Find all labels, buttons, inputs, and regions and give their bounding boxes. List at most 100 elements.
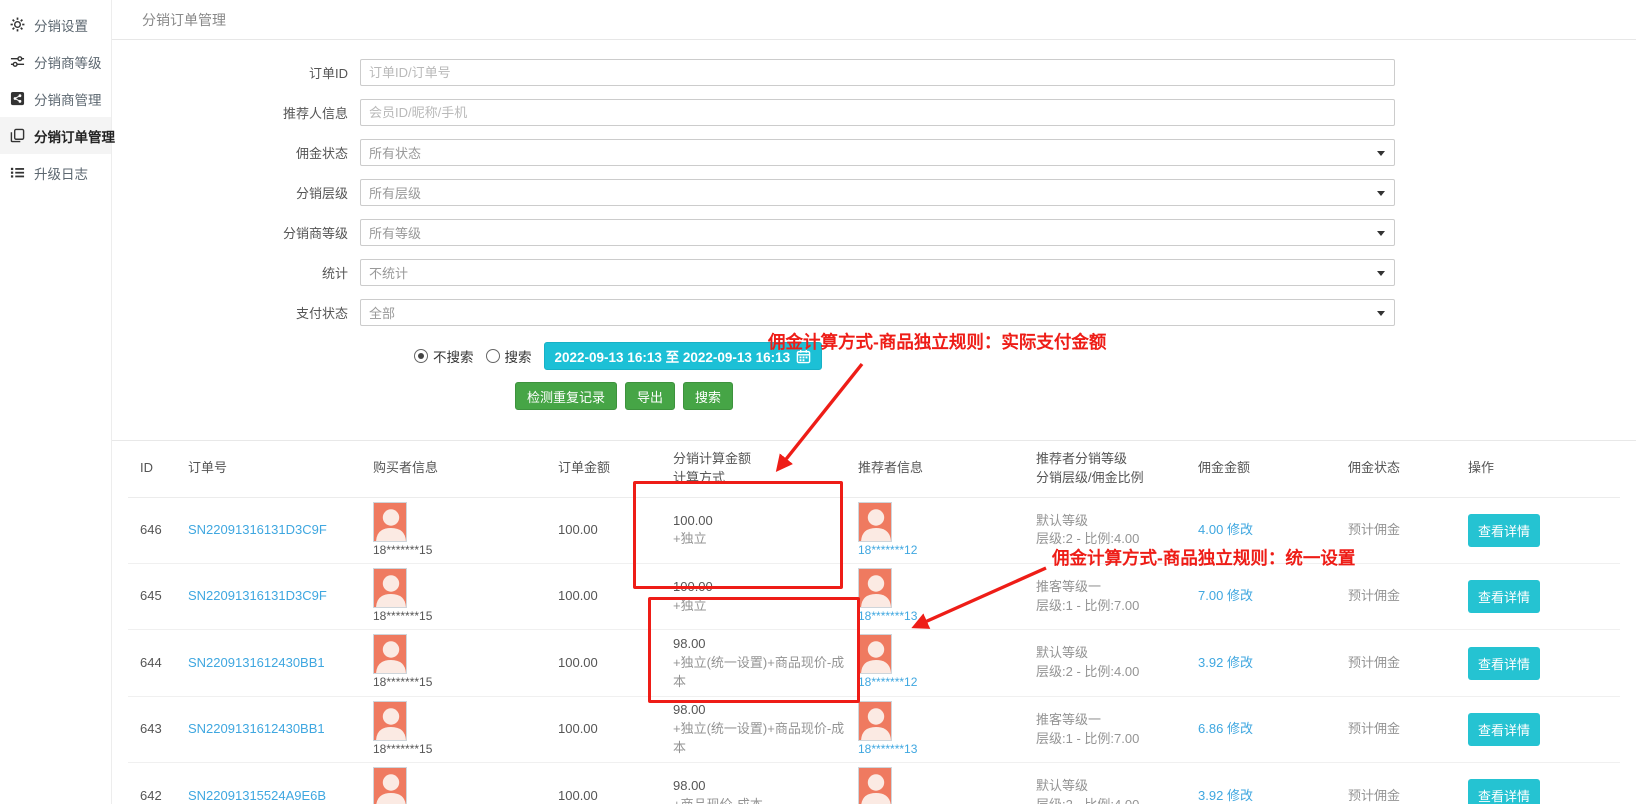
calc-cell: 98.00+独立(统一设置)+商品现价-成本 [673, 696, 858, 762]
calendar-icon [796, 349, 811, 364]
selected-value: 所有层级 [369, 183, 421, 202]
view-detail-button[interactable]: 查看详情 [1468, 779, 1540, 804]
filter-form: 订单ID 推荐人信息 佣金状态 所有状态 分销层级 所有层级 分销商等级 所有等… [112, 40, 1636, 410]
commission-amount: 3.92 [1198, 788, 1223, 803]
order-id-cell: 643 [128, 696, 188, 762]
pay-status-select[interactable]: 全部 [360, 299, 1395, 326]
col-level: 推荐者分销等级分销层级/佣金比例 [1036, 441, 1198, 497]
col-order-no: 订单号 [188, 441, 373, 497]
sidebar-item-label: 升级日志 [34, 163, 88, 183]
commission-cell: 7.00 修改 [1198, 564, 1348, 630]
level-detail: 层级:1 - 比例:7.00 [1036, 597, 1192, 616]
modify-link[interactable]: 修改 [1227, 522, 1253, 537]
referrer-phone-link[interactable]: 18*******12 [858, 542, 917, 559]
level-cell: 默认等级层级:2 - 比例:4.00 [1036, 630, 1198, 696]
sidebar-item-distribution-orders[interactable]: 分销订单管理 [0, 117, 111, 154]
level-name: 默认等级 [1036, 644, 1192, 663]
calc-amount: 98.00 [673, 777, 852, 796]
no-search-radio[interactable]: 不搜索 [414, 346, 474, 366]
sliders-icon [10, 54, 25, 69]
level-detail: 层级:2 - 比例:4.00 [1036, 530, 1192, 549]
calc-method: +独立 [673, 597, 852, 616]
sidebar-item-upgrade-log[interactable]: 升级日志 [0, 154, 111, 191]
referrer-cell: 18*******12 [858, 767, 1030, 804]
export-button[interactable]: 导出 [625, 382, 675, 410]
order-amount-cell: 100.00 [558, 497, 673, 563]
table-row: 642 SN22091315524A9E6B 18*******15 100.0… [128, 763, 1620, 804]
order-id-input[interactable] [360, 59, 1395, 86]
referrer-cell: 18*******12 [858, 634, 1030, 691]
calc-cell: 100.00+独立 [673, 497, 858, 563]
check-duplicates-button[interactable]: 检测重复记录 [515, 382, 617, 410]
modify-link[interactable]: 修改 [1227, 655, 1253, 670]
buyer-avatar [373, 767, 407, 804]
commission-status-label: 佣金状态 [112, 143, 360, 162]
view-detail-button[interactable]: 查看详情 [1468, 514, 1540, 547]
calc-method: +商品现价-成本 [673, 796, 852, 804]
main-content: 分销订单管理 订单ID 推荐人信息 佣金状态 所有状态 分销层级 所有层级 分销… [112, 0, 1636, 804]
distribution-level-label: 分销层级 [112, 183, 360, 202]
orders-table-section: ID 订单号 购买者信息 订单金额 分销计算金额计算方式 推荐者信息 推荐者分销… [112, 440, 1636, 804]
commission-status-select[interactable]: 所有状态 [360, 139, 1395, 166]
radio-unselected-icon [486, 349, 500, 363]
commission-amount: 4.00 [1198, 522, 1223, 537]
calc-amount: 98.00 [673, 635, 852, 654]
distributor-grade-select[interactable]: 所有等级 [360, 219, 1395, 246]
modify-link[interactable]: 修改 [1227, 721, 1253, 736]
order-no-link[interactable]: SN2209131612430BB1 [188, 655, 325, 670]
distribution-order-admin-page: 分销设置 分销商等级 分销商管理 分销订单管理 升级日志 分销订单管理 订单ID [0, 0, 1636, 804]
sidebar-item-distributor-grades[interactable]: 分销商等级 [0, 43, 111, 80]
referrer-info-input[interactable] [360, 99, 1395, 126]
level-name: 推客等级一 [1036, 578, 1192, 597]
sidebar-item-label: 分销订单管理 [34, 126, 115, 146]
order-id-cell: 644 [128, 630, 188, 696]
date-range-button[interactable]: 2022-09-13 16:13 至 2022-09-13 16:13 [544, 342, 823, 370]
referrer-phone-link[interactable]: 18*******13 [858, 741, 917, 758]
table-row: 645 SN22091316131D3C9F 18*******15 100.0… [128, 564, 1620, 630]
col-calc: 分销计算金额计算方式 [673, 441, 858, 497]
buyer-cell: 18*******15 [373, 767, 552, 804]
share-icon [10, 91, 25, 106]
order-no-link[interactable]: SN22091316131D3C9F [188, 588, 327, 603]
distribution-level-select[interactable]: 所有层级 [360, 179, 1395, 206]
page-title: 分销订单管理 [142, 10, 226, 30]
search-radio[interactable]: 搜索 [486, 346, 532, 366]
calc-cell: 98.00+独立(统一设置)+商品现价-成本 [673, 630, 858, 696]
table-row: 646 SN22091316131D3C9F 18*******15 100.0… [128, 497, 1620, 563]
sidebar-item-label: 分销商管理 [34, 89, 102, 109]
commission-status: 预计佣金 [1348, 696, 1468, 762]
calc-amount: 98.00 [673, 701, 852, 720]
order-amount-cell: 100.00 [558, 696, 673, 762]
referrer-info-label: 推荐人信息 [112, 103, 360, 122]
referrer-avatar [858, 767, 892, 804]
date-range-text: 2022-09-13 16:13 至 2022-09-13 16:13 [555, 346, 791, 366]
statistics-select[interactable]: 不统计 [360, 259, 1395, 286]
view-detail-button[interactable]: 查看详情 [1468, 580, 1540, 613]
order-no-link[interactable]: SN22091315524A9E6B [188, 788, 326, 803]
order-id-cell: 646 [128, 497, 188, 563]
calc-amount: 100.00 [673, 512, 852, 531]
modify-link[interactable]: 修改 [1227, 788, 1253, 803]
col-buyer: 购买者信息 [373, 441, 558, 497]
level-cell: 推客等级一层级:1 - 比例:7.00 [1036, 696, 1198, 762]
level-name: 默认等级 [1036, 512, 1192, 531]
tabbar: 分销订单管理 [112, 0, 1636, 40]
selected-value: 全部 [369, 303, 395, 322]
referrer-avatar [858, 568, 892, 608]
level-detail: 层级:2 - 比例:4.00 [1036, 663, 1192, 682]
commission-status: 预计佣金 [1348, 763, 1468, 804]
view-detail-button[interactable]: 查看详情 [1468, 647, 1540, 680]
referrer-phone-link[interactable]: 18*******12 [858, 674, 917, 691]
view-detail-button[interactable]: 查看详情 [1468, 713, 1540, 746]
sidebar-item-distribution-settings[interactable]: 分销设置 [0, 6, 111, 43]
commission-status: 预计佣金 [1348, 630, 1468, 696]
search-button[interactable]: 搜索 [683, 382, 733, 410]
referrer-phone-link[interactable]: 18*******13 [858, 608, 917, 625]
order-no-link[interactable]: SN2209131612430BB1 [188, 721, 325, 736]
sidebar-item-distributor-management[interactable]: 分销商管理 [0, 80, 111, 117]
modify-link[interactable]: 修改 [1227, 588, 1253, 603]
order-no-link[interactable]: SN22091316131D3C9F [188, 522, 327, 537]
commission-cell: 3.92 修改 [1198, 630, 1348, 696]
buyer-cell: 18*******15 [373, 701, 552, 758]
buyer-cell: 18*******15 [373, 634, 552, 691]
